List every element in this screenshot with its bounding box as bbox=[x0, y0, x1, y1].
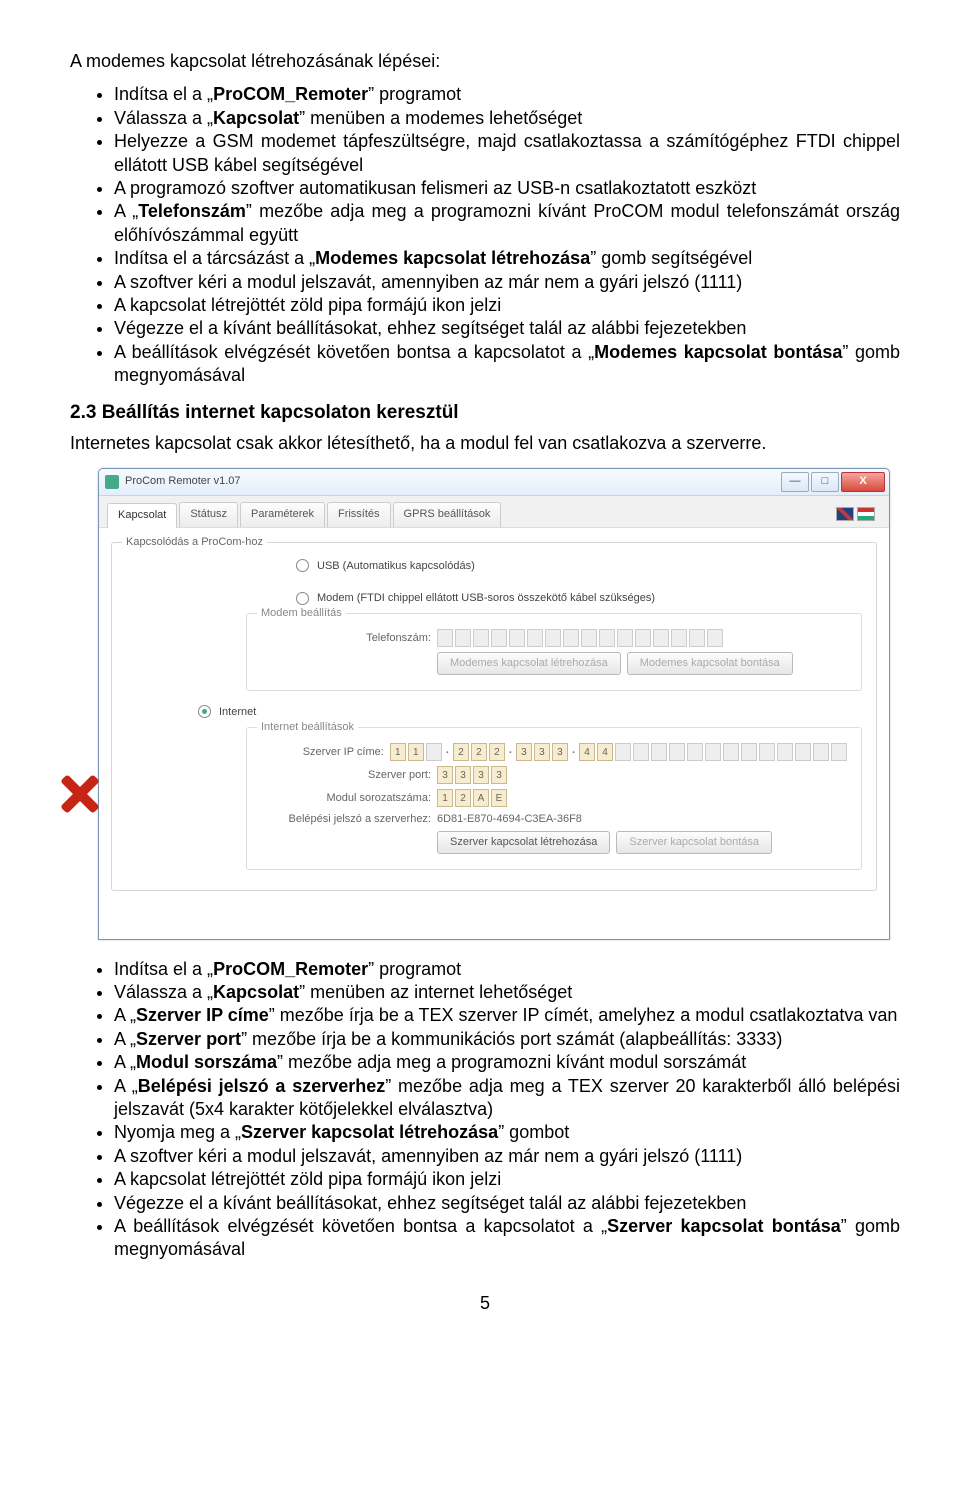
list-item: Indítsa el a „ProCOM_Remoter” programot bbox=[114, 958, 900, 981]
minimize-button[interactable]: — bbox=[781, 472, 809, 492]
app-icon bbox=[105, 475, 119, 489]
list-item: A beállítások elvégzését követően bontsa… bbox=[114, 341, 900, 388]
tab-kapcsolat[interactable]: Kapcsolat bbox=[107, 503, 177, 528]
flag-uk-icon[interactable] bbox=[836, 507, 854, 521]
modem-connect-button[interactable]: Modemes kapcsolat létrehozása bbox=[437, 652, 621, 674]
server-connect-button[interactable]: Szerver kapcsolat létrehozása bbox=[437, 831, 610, 853]
phone-input[interactable] bbox=[437, 629, 723, 647]
app-window: ProCom Remoter v1.07 — □ X Kapcsolat Stá… bbox=[98, 468, 890, 940]
steps-list-2: Indítsa el a „ProCOM_Remoter” programotV… bbox=[70, 958, 900, 1262]
page-number: 5 bbox=[70, 1292, 900, 1315]
flag-hu-icon[interactable] bbox=[857, 507, 875, 521]
list-item: Helyezze a GSM modemet tápfeszültségre, … bbox=[114, 130, 900, 177]
password-value[interactable]: 6D81-E870-4694-C3EA-36F8 bbox=[437, 812, 582, 826]
window-title: ProCom Remoter v1.07 bbox=[125, 474, 241, 488]
phone-label: Telefonszám: bbox=[261, 631, 431, 645]
list-item: A „Telefonszám” mezőbe adja meg a progra… bbox=[114, 200, 900, 247]
port-label: Szerver port: bbox=[261, 768, 431, 782]
list-item: A programozó szoftver automatikusan feli… bbox=[114, 177, 900, 200]
close-button[interactable]: X bbox=[841, 472, 885, 492]
modem-disconnect-button[interactable]: Modemes kapcsolat bontása bbox=[627, 652, 793, 674]
maximize-button[interactable]: □ bbox=[811, 472, 839, 492]
ip-label: Szerver IP címe: bbox=[261, 745, 384, 759]
tab-frissites[interactable]: Frissítés bbox=[327, 502, 391, 527]
tab-bar: Kapcsolat Státusz Paraméterek Frissítés … bbox=[99, 496, 889, 528]
radio-internet-label: Internet bbox=[219, 705, 256, 719]
list-item: A „Belépési jelszó a szerverhez” mezőbe … bbox=[114, 1075, 900, 1122]
list-item: A beállítások elvégzését követően bontsa… bbox=[114, 1215, 900, 1262]
port-input[interactable]: 3333 bbox=[437, 766, 507, 784]
intro-text: A modemes kapcsolat létrehozásának lépés… bbox=[70, 50, 900, 73]
radio-usb-label: USB (Automatikus kapcsolódás) bbox=[317, 559, 475, 573]
list-item: Végezze el a kívánt beállításokat, ehhez… bbox=[114, 1192, 900, 1215]
radio-modem[interactable] bbox=[296, 592, 309, 605]
list-item: Nyomja meg a „Szerver kapcsolat létrehoz… bbox=[114, 1121, 900, 1144]
list-item: A „Szerver port” mezőbe írja be a kommun… bbox=[114, 1028, 900, 1051]
password-label: Belépési jelszó a szerverhez: bbox=[261, 812, 431, 826]
section-heading: 2.3 Beállítás internet kapcsolaton keres… bbox=[70, 401, 900, 426]
ip-input[interactable]: 11.222.333.44 bbox=[390, 743, 847, 761]
section-paragraph: Internetes kapcsolat csak akkor létesíth… bbox=[70, 432, 900, 455]
list-item: A szoftver kéri a modul jelszavát, amenn… bbox=[114, 271, 900, 294]
list-item: A kapcsolat létrejöttét zöld pipa formáj… bbox=[114, 1168, 900, 1191]
steps-list-1: Indítsa el a „ProCOM_Remoter” programotV… bbox=[70, 83, 900, 387]
list-item: Indítsa el a „ProCOM_Remoter” programot bbox=[114, 83, 900, 106]
tab-statusz[interactable]: Státusz bbox=[179, 502, 238, 527]
internet-settings-box: Internet beállítások Szerver IP címe: 11… bbox=[246, 727, 862, 870]
list-item: Válassza a „Kapcsolat” menüben az intern… bbox=[114, 981, 900, 1004]
connection-group: Kapcsolódás a ProCom-hoz USB (Automatiku… bbox=[111, 542, 877, 891]
serial-input[interactable]: 12AE bbox=[437, 789, 507, 807]
group-label: Kapcsolódás a ProCom-hoz bbox=[122, 535, 267, 549]
list-item: A kapcsolat létrejöttét zöld pipa formáj… bbox=[114, 294, 900, 317]
modem-box-label: Modem beállítás bbox=[257, 606, 346, 620]
tab-parameterek[interactable]: Paraméterek bbox=[240, 502, 325, 527]
list-item: Indítsa el a tárcsázást a „Modemes kapcs… bbox=[114, 247, 900, 270]
tab-gprs[interactable]: GPRS beállítások bbox=[393, 502, 502, 527]
list-item: A „Szerver IP címe” mezőbe írja be a TEX… bbox=[114, 1004, 900, 1027]
error-x-icon bbox=[57, 773, 99, 815]
server-disconnect-button[interactable]: Szerver kapcsolat bontása bbox=[616, 831, 772, 853]
modem-settings-box: Modem beállítás Telefonszám: Modemes kap… bbox=[246, 613, 862, 690]
list-item: Végezze el a kívánt beállításokat, ehhez… bbox=[114, 317, 900, 340]
inet-box-label: Internet beállítások bbox=[257, 720, 358, 734]
radio-usb[interactable] bbox=[296, 559, 309, 572]
radio-modem-label: Modem (FTDI chippel ellátott USB-soros ö… bbox=[317, 591, 655, 605]
list-item: A szoftver kéri a modul jelszavát, amenn… bbox=[114, 1145, 900, 1168]
radio-internet[interactable] bbox=[198, 705, 211, 718]
title-bar: ProCom Remoter v1.07 — □ X bbox=[99, 469, 889, 496]
list-item: Válassza a „Kapcsolat” menüben a modemes… bbox=[114, 107, 900, 130]
serial-label: Modul sorozatszáma: bbox=[261, 791, 431, 805]
list-item: A „Modul sorszáma” mezőbe adja meg a pro… bbox=[114, 1051, 900, 1074]
